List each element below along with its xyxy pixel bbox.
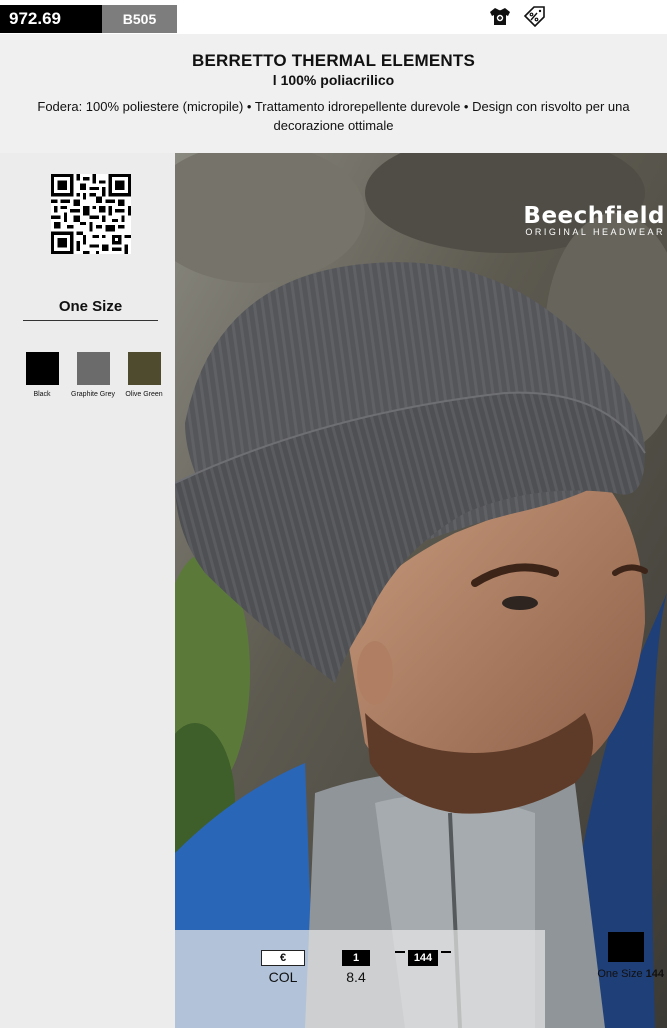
color-name: Olive Green [125,391,163,398]
qr-code[interactable] [51,174,131,254]
product-header: BERRETTO THERMAL ELEMENTS l 100% poliacr… [0,34,667,153]
product-code: 972.69 [0,5,102,33]
tshirt-print-icon [489,6,511,31]
discount-tag-icon [523,5,547,32]
product-material: l 100% poliacrilico [272,72,395,88]
product-title: BERRETTO THERMAL ELEMENTS [192,51,475,70]
color-swatches: Black Graphite Grey Olive Green [18,352,168,398]
stock-qty: 144 [645,968,664,980]
product-description: Fodera: 100% poliestere (micropile) • Tr… [37,99,630,133]
product-photo: Beechfield ORIGINAL HEADWEAR [175,153,667,1028]
stock-size: One Size [597,968,643,980]
swatch-olive-green[interactable]: Olive Green [120,352,168,398]
brand-name: Beechfield [523,203,665,229]
price-panel: € COL 1 8.4 144 7.58 [175,930,545,1028]
brand-tagline: ORIGINAL HEADWEAR [525,227,665,237]
swatch-graphite-grey[interactable]: Graphite Grey [69,352,117,398]
color-chip [76,352,110,385]
currency-badge: € [261,950,305,966]
currency-column: € COL [255,930,311,985]
brand-logo: Beechfield ORIGINAL HEADWEAR [523,203,665,237]
swatch-black[interactable]: Black [18,352,66,398]
price-tier-1: 1 8.4 [331,930,381,985]
product-sku: B505 [102,5,177,33]
size-label: One Size [23,298,158,321]
stock-color-chip [608,932,644,962]
color-name: Black [33,391,51,398]
sidebar: One Size Black Graphite Grey Olive Green [0,153,175,1028]
tier-price: 8.4 [346,969,366,985]
tier-qty: 1 [342,950,370,966]
tier-qty: 144 [408,950,438,966]
color-chip [25,352,59,385]
currency-sub: COL [268,969,298,985]
top-bar: 972.69 B505 [0,0,667,34]
price-tier-2: 144 7.58 [393,930,453,969]
color-chip [127,352,161,385]
stock-text: One Size 144 [597,968,664,980]
top-icons [489,5,547,32]
color-name: Graphite Grey [71,391,115,398]
